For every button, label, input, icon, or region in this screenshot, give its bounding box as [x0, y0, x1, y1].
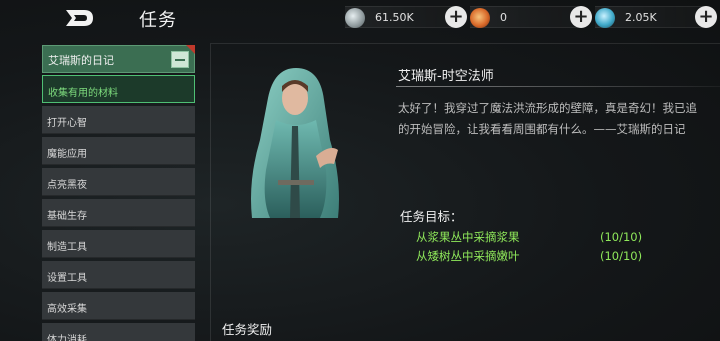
sidebar-item-magic-application[interactable]: 魔能应用	[42, 137, 195, 165]
description-line: 的开始冒险，让我看看周围都有什么。——艾瑞斯的日记	[398, 122, 686, 136]
gem-icon	[470, 8, 490, 28]
sidebar-item-label: 设置工具	[47, 273, 87, 284]
page-title: 任务	[139, 10, 177, 31]
gem-value: 0	[500, 11, 507, 24]
objective-progress: (10/10)	[600, 230, 643, 244]
sidebar-item-collect-materials[interactable]: 收集有用的材料	[42, 75, 195, 103]
sidebar-item-label: 基础生存	[47, 211, 87, 222]
add-coin-button[interactable]: +	[445, 6, 467, 28]
coin-icon	[345, 8, 365, 28]
add-crystal-button[interactable]: +	[695, 6, 717, 28]
crystal-icon	[595, 8, 615, 28]
sidebar-item-label: 高效采集	[47, 304, 87, 315]
sidebar-item-light-the-night[interactable]: 点亮黑夜	[42, 168, 195, 196]
divider	[396, 86, 720, 87]
sidebar-item-place-tools[interactable]: 设置工具	[42, 261, 195, 289]
sidebar-item-label: 体力消耗	[47, 335, 87, 341]
sidebar-item-basic-survival[interactable]: 基础生存	[42, 199, 195, 227]
description-line: 太好了！我穿过了魔法洪流形成的壁障，真是奇幻！我已追	[398, 101, 697, 115]
crystal-resource: 2.05K +	[595, 6, 717, 28]
objective-text: 从浆果丛中采摘浆果	[416, 230, 520, 244]
notification-corner-marker	[186, 45, 195, 54]
coin-value: 61.50K	[375, 11, 414, 24]
sidebar-item-label: 制造工具	[47, 242, 87, 253]
rewards-title: 任务奖励	[222, 322, 273, 337]
quest-category-sidebar: 艾瑞斯的日记 收集有用的材料 打开心智 魔能应用 点亮黑夜 基础生存 制造工具 …	[42, 45, 196, 341]
quest-screen: 任务 61.50K + 0 + 2.05K + 艾瑞斯的日记 收集有用的材料 打…	[0, 0, 720, 341]
sidebar-item-label: 打开心智	[47, 118, 87, 129]
objective-progress: (10/10)	[600, 249, 643, 263]
top-bar: 任务 61.50K + 0 + 2.05K +	[0, 0, 720, 36]
gem-resource: 0 +	[470, 6, 592, 28]
sidebar-item-stamina-usage[interactable]: 体力消耗	[42, 323, 195, 341]
add-gem-button[interactable]: +	[570, 6, 592, 28]
objectives-title: 任务目标：	[400, 209, 463, 224]
sidebar-item-label: 点亮黑夜	[47, 180, 87, 191]
sidebar-item-open-mind[interactable]: 打开心智	[42, 106, 195, 134]
npc-portrait	[251, 68, 339, 218]
crystal-value: 2.05K	[625, 11, 657, 24]
sidebar-item-label: 魔能应用	[47, 149, 87, 160]
back-arrow-icon	[66, 10, 93, 26]
objective-text: 从矮树丛中采摘嫩叶	[416, 249, 520, 263]
sidebar-group-header[interactable]: 艾瑞斯的日记	[42, 45, 195, 73]
sidebar-item-efficient-gathering[interactable]: 高效采集	[42, 292, 195, 320]
sidebar-item-craft-tools[interactable]: 制造工具	[42, 230, 195, 258]
npc-name: 艾瑞斯-时空法师	[398, 69, 494, 84]
coin-resource: 61.50K +	[345, 6, 467, 28]
sidebar-group-label: 艾瑞斯的日记	[48, 54, 114, 67]
back-button[interactable]	[62, 8, 96, 28]
quest-description: 太好了！我穿过了魔法洪流形成的壁障，真是奇幻！我已追 的开始冒险，让我看看周围都…	[398, 98, 720, 140]
sidebar-item-label: 收集有用的材料	[48, 88, 118, 99]
